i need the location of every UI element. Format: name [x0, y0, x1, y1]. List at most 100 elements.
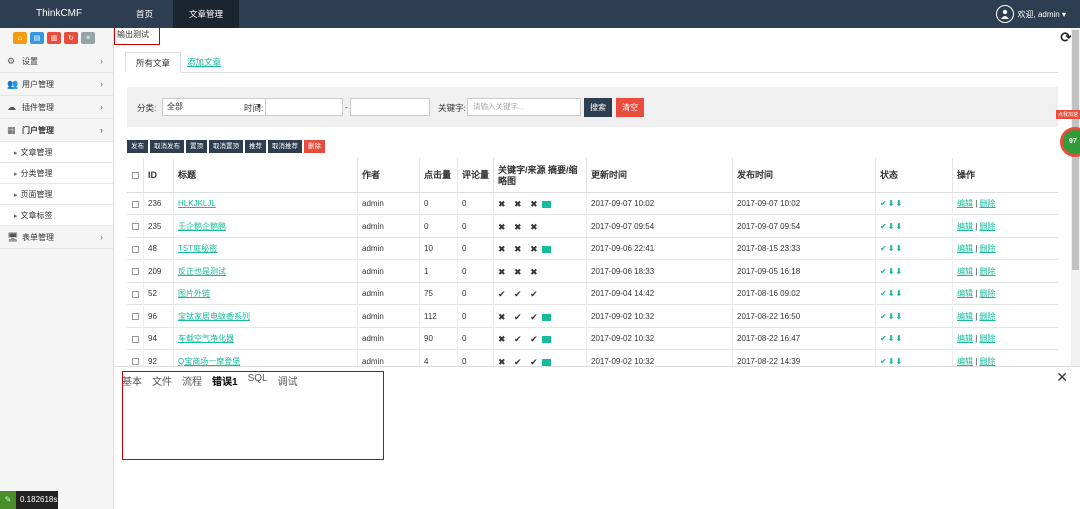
row-checkbox[interactable]	[132, 200, 139, 208]
delete-link[interactable]: 删除	[980, 244, 996, 253]
edit-link[interactable]: 编辑	[957, 334, 973, 343]
cell-actions: 编辑 | 删除	[952, 283, 1058, 305]
unpin-button[interactable]: 取消置顶	[209, 140, 243, 153]
delete-button[interactable]: 删除	[304, 140, 325, 153]
home-icon[interactable]: ⌂	[13, 32, 27, 44]
edit-link[interactable]: 编辑	[957, 312, 973, 321]
article-title-link[interactable]: HLKJKLJL	[178, 199, 216, 208]
tab-add-article[interactable]: 添加文章	[177, 52, 231, 73]
shortcut-bar: ⌂ ▤ ▥ ↻ ≡	[0, 28, 113, 50]
cell-updated-wrap: 2017-09-04 14:42	[586, 283, 732, 305]
article-title-link[interactable]: 图片外链	[178, 289, 210, 298]
edit-link[interactable]: 编辑	[957, 357, 973, 366]
article-title-link[interactable]: 反正也是测试	[178, 267, 226, 276]
nav-home[interactable]: 首页	[120, 0, 169, 28]
thumbnail-icon[interactable]	[541, 201, 551, 209]
bulk-actions: 发布 取消发布 置顶 取消置顶 推荐 取消推荐 删除	[127, 140, 325, 153]
article-title-link[interactable]: Q宝商场一摩登堡	[178, 357, 240, 366]
file-icon[interactable]: ▤	[30, 32, 44, 44]
thumbnail-icon[interactable]	[541, 336, 551, 344]
thumbnail-icon[interactable]	[541, 358, 551, 366]
edit-link[interactable]: 编辑	[957, 244, 973, 253]
article-title-link[interactable]: 王企鹅企鹅鹏	[178, 222, 226, 231]
delete-link[interactable]: 删除	[980, 312, 996, 321]
cell-comments-wrap: 0	[457, 193, 493, 215]
cell-comments: 0	[462, 221, 467, 231]
row-checkbox[interactable]	[132, 223, 139, 230]
sidebar-item-users[interactable]: 👥 用户管理 ›	[0, 73, 113, 96]
delete-link[interactable]: 删除	[980, 289, 996, 298]
edit-link[interactable]: 编辑	[957, 199, 973, 208]
recommend-button[interactable]: 推荐	[245, 140, 266, 153]
row-select-cell	[127, 216, 143, 238]
edit-link[interactable]: 编辑	[957, 222, 973, 231]
unrecommend-button[interactable]: 取消推荐	[268, 140, 302, 153]
table-header: ID 标题 作者 点击量 评论量 关键字/来源 摘要/缩略图 更新时间 发布时间…	[127, 158, 1058, 193]
pin-button[interactable]: 置顶	[186, 140, 207, 153]
cell-published: 2017-09-07 10:02	[737, 199, 801, 208]
delete-link[interactable]: 删除	[980, 199, 996, 208]
cell-published-wrap: 2017-08-15 23:33	[732, 238, 875, 260]
cell-comments-wrap: 0	[457, 260, 493, 283]
user-menu[interactable]: 欢迎, admin ▾	[995, 5, 1066, 23]
cell-published-wrap: 2017-09-07 09:54	[732, 215, 875, 238]
edit-link[interactable]: 编辑	[957, 267, 973, 276]
sidebar-item-plugins[interactable]: ☁ 插件管理 ›	[0, 96, 113, 119]
status-icons: ✔⬇⬇	[880, 244, 904, 253]
delete-link[interactable]: 删除	[980, 267, 996, 276]
end-time-input[interactable]	[350, 98, 430, 116]
keyword-input[interactable]: 请输入关键字...	[467, 98, 581, 116]
chevron-right-icon: ›	[100, 102, 103, 112]
tab-all-articles[interactable]: 所有文章	[125, 52, 182, 73]
publish-button[interactable]: 发布	[127, 140, 148, 153]
thumbnail-icon[interactable]	[541, 246, 551, 254]
article-title-link[interactable]: 车载空气净化器	[178, 334, 234, 343]
delete-link[interactable]: 删除	[980, 357, 996, 366]
delete-link[interactable]: 删除	[980, 222, 996, 231]
col-actions: 操作	[952, 158, 1058, 193]
edit-link[interactable]: 编辑	[957, 289, 973, 298]
page-timing: ✎ 0.182618s	[0, 491, 58, 509]
nav-article-manage[interactable]: 文章管理	[173, 0, 240, 28]
brand-logo[interactable]: ThinkCMF	[36, 8, 82, 19]
row-checkbox[interactable]	[132, 313, 139, 320]
unpublish-button[interactable]: 取消发布	[150, 140, 184, 153]
sidebar-subitem-articles[interactable]: 文章管理	[0, 142, 113, 163]
thumbnail-icon[interactable]	[541, 313, 551, 321]
cell-comments: 0	[462, 266, 467, 276]
cell-published: 2017-09-07 09:54	[737, 221, 801, 231]
list-icon[interactable]: ≡	[81, 32, 95, 44]
sidebar-item-forms[interactable]: 🖥 表单管理 ›	[0, 226, 113, 249]
cell-updated: 2017-09-02 10:32	[591, 334, 655, 343]
sidebar-subitem-pages[interactable]: 页面管理	[0, 184, 113, 205]
timing-value: 0.182618s	[20, 495, 58, 504]
cell-id: 236	[148, 199, 162, 208]
sidebar-item-settings[interactable]: ⚙ 设置 ›	[0, 50, 113, 73]
start-time-input[interactable]	[265, 98, 343, 116]
cell-updated-wrap: 2017-09-07 09:54	[586, 215, 732, 238]
sidebar-subitem-categories[interactable]: 分类管理	[0, 163, 113, 184]
row-checkbox[interactable]	[132, 268, 139, 275]
refresh-icon[interactable]: ↻	[64, 32, 78, 44]
page-scrollbar[interactable]	[1071, 28, 1080, 366]
cell-author-wrap: admin	[357, 305, 419, 328]
trash-icon[interactable]: ▥	[47, 32, 61, 44]
row-select-cell	[127, 238, 143, 260]
sidebar-subitem-tags[interactable]: 文章标签	[0, 205, 113, 226]
close-icon[interactable]: ✕	[1056, 369, 1068, 386]
speedup-widget[interactable]: 点我加速 97	[1055, 107, 1080, 163]
speedup-ball[interactable]: 97	[1060, 127, 1080, 157]
row-checkbox[interactable]	[132, 245, 139, 253]
row-checkbox[interactable]	[132, 335, 139, 343]
row-checkbox[interactable]	[132, 290, 139, 298]
article-title-link[interactable]: TST庭秘密	[178, 244, 217, 253]
sidebar-item-portal[interactable]: ▦ 门户管理 ›	[0, 119, 113, 142]
row-checkbox[interactable]	[132, 358, 139, 365]
select-all-checkbox[interactable]	[132, 172, 139, 179]
row-select-cell	[127, 306, 143, 328]
delete-link[interactable]: 删除	[980, 334, 996, 343]
search-button[interactable]: 搜索	[584, 98, 612, 117]
clear-button[interactable]: 清空	[616, 98, 644, 117]
article-title-link[interactable]: 宝钛家居电蚊香系列	[178, 312, 250, 321]
cell-hits: 75	[424, 289, 433, 298]
